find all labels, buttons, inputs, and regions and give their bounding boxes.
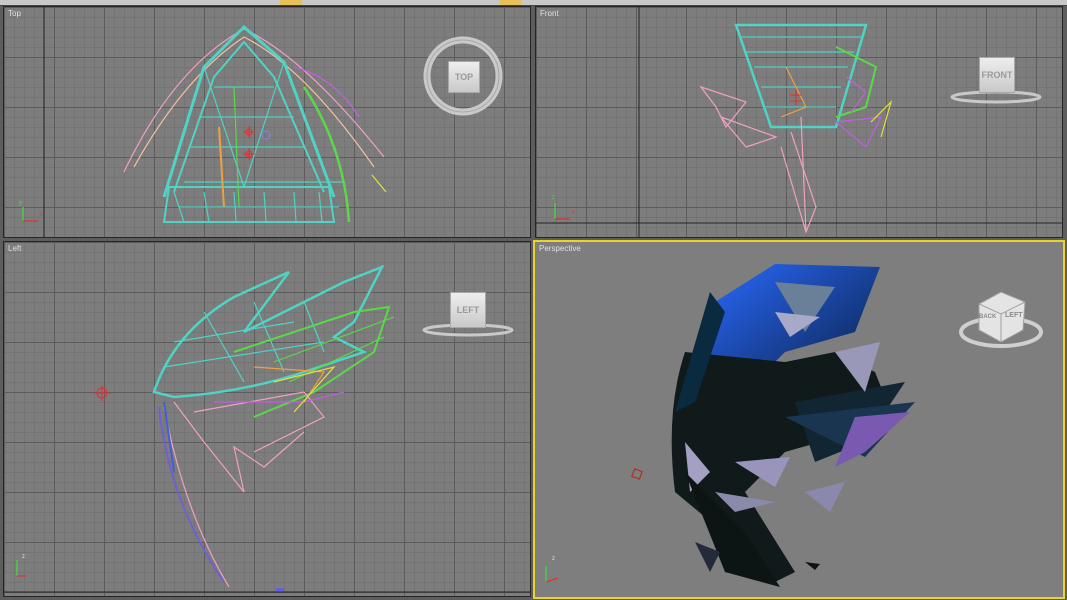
- navcube-face-left[interactable]: LEFT: [1005, 312, 1023, 319]
- axis-label-z: z: [22, 554, 25, 560]
- axis-tripod-icon: [22, 207, 38, 222]
- axis-tripod-icon: [545, 566, 559, 583]
- navcube-face-back[interactable]: BACK: [979, 314, 996, 320]
- axis-label-x: x: [572, 210, 575, 216]
- axis-label-y: y: [19, 200, 22, 206]
- viewport-top[interactable]: Top TOP y x: [3, 6, 531, 238]
- toolbar-chip: [500, 0, 522, 5]
- viewport-front[interactable]: Front FRONT z x: [535, 6, 1063, 238]
- navcube-face-label[interactable]: LEFT: [450, 292, 486, 328]
- viewport-perspective[interactable]: Perspective BACK LEFT z: [533, 240, 1065, 599]
- axis-label-z: z: [552, 195, 555, 201]
- navcube-icon[interactable]: BACK LEFT: [957, 284, 1047, 354]
- navcube-face-label[interactable]: FRONT: [979, 57, 1015, 93]
- axis-label-z: z: [552, 556, 555, 562]
- toolbar-chip: [280, 0, 302, 5]
- axis-label-x: x: [40, 212, 43, 218]
- navcube-face-label[interactable]: TOP: [448, 61, 480, 93]
- viewport-left[interactable]: Left LEFT z: [3, 241, 531, 597]
- wireframe-model-front: [536, 7, 1062, 237]
- axis-tripod-icon: [16, 560, 26, 577]
- navcube-icon[interactable]: TOP: [422, 35, 504, 117]
- navcube-icon[interactable]: FRONT: [946, 55, 1046, 107]
- navcube-icon[interactable]: LEFT: [418, 292, 518, 340]
